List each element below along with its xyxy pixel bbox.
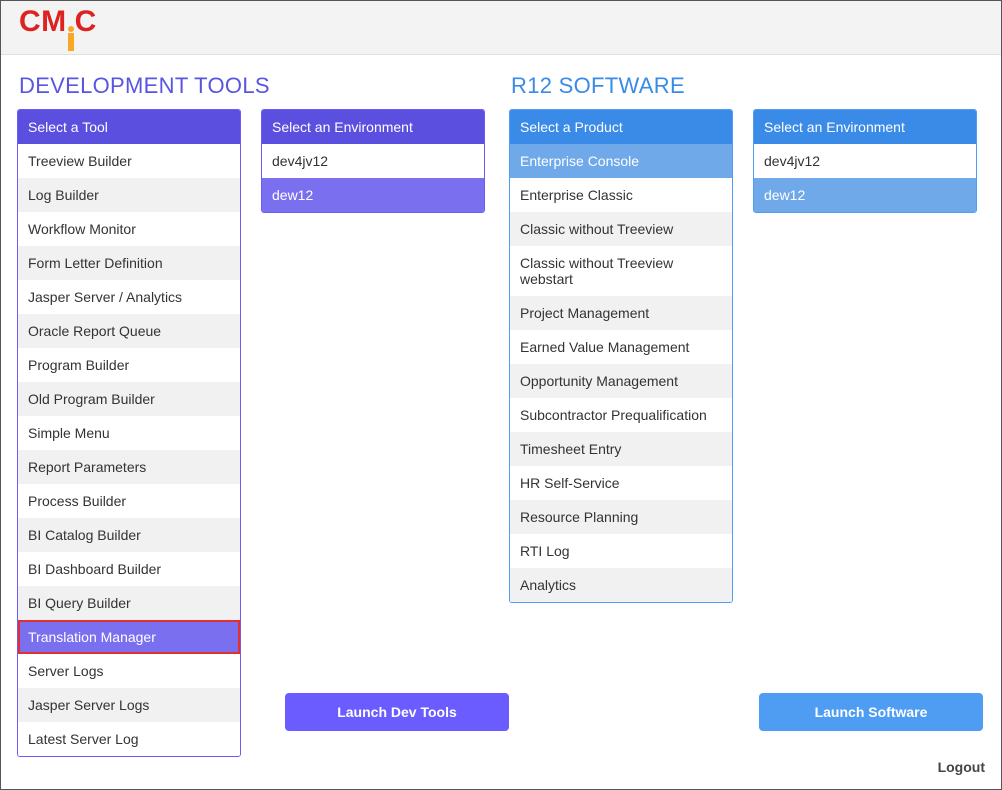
dev-tool-item[interactable]: Oracle Report Queue: [18, 314, 240, 348]
dev-env-header: Select an Environment: [262, 110, 484, 144]
dev-tool-item[interactable]: Simple Menu: [18, 416, 240, 450]
dev-tool-item[interactable]: BI Dashboard Builder: [18, 552, 240, 586]
dev-tool-item-translation-manager[interactable]: Translation Manager: [18, 620, 240, 654]
r12-product-item[interactable]: Subcontractor Prequalification: [510, 398, 732, 432]
logout-link[interactable]: Logout: [938, 759, 985, 775]
r12-product-item[interactable]: Earned Value Management: [510, 330, 732, 364]
dev-tool-item[interactable]: Program Builder: [18, 348, 240, 382]
dev-tool-item[interactable]: Workflow Monitor: [18, 212, 240, 246]
dev-tool-item[interactable]: Log Builder: [18, 178, 240, 212]
dev-env-item[interactable]: dew12: [262, 178, 484, 212]
dev-tool-header: Select a Tool: [18, 110, 240, 144]
r12-product-item[interactable]: Resource Planning: [510, 500, 732, 534]
r12-product-item[interactable]: Opportunity Management: [510, 364, 732, 398]
r12-product-item[interactable]: Enterprise Classic: [510, 178, 732, 212]
topbar: CMC: [1, 1, 1001, 55]
launch-dev-tools-button[interactable]: Launch Dev Tools: [285, 693, 509, 731]
r12-product-item[interactable]: Timesheet Entry: [510, 432, 732, 466]
r12-env-item[interactable]: dev4jv12: [754, 144, 976, 178]
main-content: DEVELOPMENT TOOLS Select a Tool Treeview…: [1, 55, 1001, 757]
r12-product-item[interactable]: Classic without Treeview: [510, 212, 732, 246]
launch-software-button[interactable]: Launch Software: [759, 693, 983, 731]
dev-tool-item[interactable]: Latest Server Log: [18, 722, 240, 756]
dev-tool-item[interactable]: Report Parameters: [18, 450, 240, 484]
dev-tool-item[interactable]: Form Letter Definition: [18, 246, 240, 280]
r12-product-header: Select a Product: [510, 110, 732, 144]
r12-product-item[interactable]: Classic without Treeview webstart: [510, 246, 732, 296]
cmic-logo: CMC: [19, 5, 97, 50]
development-tools-section: DEVELOPMENT TOOLS Select a Tool Treeview…: [17, 69, 493, 757]
r12-product-item[interactable]: HR Self-Service: [510, 466, 732, 500]
dev-tool-item[interactable]: Treeview Builder: [18, 144, 240, 178]
r12-env-header: Select an Environment: [754, 110, 976, 144]
dev-tool-item[interactable]: Jasper Server / Analytics: [18, 280, 240, 314]
dev-env-item[interactable]: dev4jv12: [262, 144, 484, 178]
r12-env-panel: Select an Environment dev4jv12 dew12: [753, 109, 977, 213]
dev-tool-item[interactable]: Old Program Builder: [18, 382, 240, 416]
r12-env-item[interactable]: dew12: [754, 178, 976, 212]
dev-tool-item[interactable]: BI Query Builder: [18, 586, 240, 620]
r12-software-section: R12 SOFTWARE Select a Product Enterprise…: [509, 69, 985, 757]
logo-i-icon: [68, 26, 74, 51]
dev-tool-item[interactable]: Jasper Server Logs: [18, 688, 240, 722]
r12-product-panel: Select a Product Enterprise Console Ente…: [509, 109, 733, 603]
dev-tool-panel: Select a Tool Treeview Builder Log Build…: [17, 109, 241, 757]
dev-env-panel: Select an Environment dev4jv12 dew12: [261, 109, 485, 213]
dev-tool-item[interactable]: BI Catalog Builder: [18, 518, 240, 552]
r12-product-item[interactable]: Project Management: [510, 296, 732, 330]
r12-product-item[interactable]: Enterprise Console: [510, 144, 732, 178]
r12-section-title: R12 SOFTWARE: [511, 73, 985, 99]
dev-tool-item[interactable]: Process Builder: [18, 484, 240, 518]
dev-section-title: DEVELOPMENT TOOLS: [19, 73, 493, 99]
dev-tool-item[interactable]: Server Logs: [18, 654, 240, 688]
r12-product-item[interactable]: RTI Log: [510, 534, 732, 568]
r12-product-item[interactable]: Analytics: [510, 568, 732, 602]
